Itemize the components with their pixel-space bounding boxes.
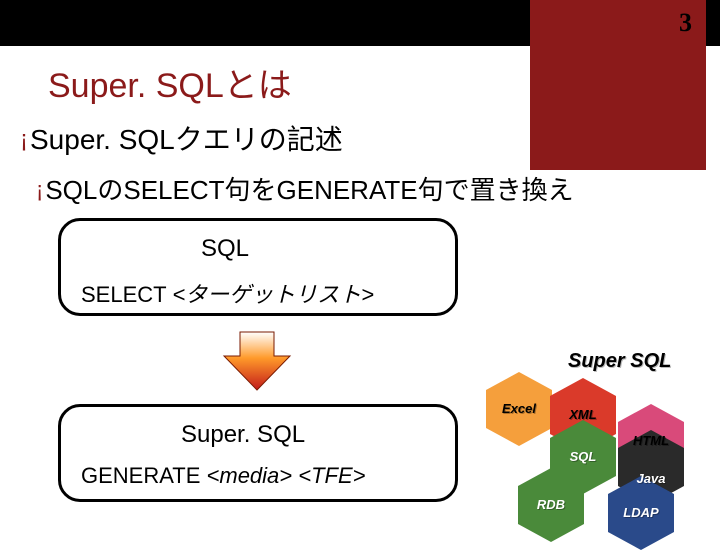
supersql-box-statement: GENERATE <media> <TFE> [81,463,366,489]
hex-label: Java [637,471,666,486]
hex-label: Excel [502,401,536,416]
hex-label: RDB [537,497,565,512]
down-arrow-icon [222,330,292,392]
generate-args: <media> <TFE> [207,463,366,488]
supersql-box-label: Super. SQL [181,421,305,449]
sql-box-label: SQL [201,235,249,263]
sql-select-keyword: SELECT [81,282,172,307]
sql-box: SQL SELECT <ターゲットリスト> [58,218,458,316]
bullet-text: Super. SQLクエリの記述 [30,124,343,155]
hex-rdb: RDB [518,486,584,524]
supersql-box: Super. SQL GENERATE <media> <TFE> [58,404,458,502]
generate-keyword: GENERATE [81,463,207,488]
slide-title: Super. SQLとは [48,58,292,107]
hex-label: LDAP [623,505,658,520]
page-number: 3 [679,8,692,38]
hex-label: HTML [633,433,669,448]
bullet-1: ¡Super. SQLクエリの記述 [20,118,343,158]
sql-target-list: <ターゲットリスト> [172,282,374,307]
sub-bullet: ¡SQLのSELECT句をGENERATE句で置き換え [36,170,574,207]
hex-label: XML [569,407,596,422]
bullet-icon: ¡ [20,126,28,153]
hex-label: SQL [570,449,597,464]
honeycomb-diagram: Super SQL Excel XML SQL HTML Java RDB LD… [478,350,714,530]
bullet-icon: ¡ [36,177,43,202]
sub-bullet-text: SQLのSELECT句をGENERATE句で置き換え [45,175,573,205]
sql-box-statement: SELECT <ターゲットリスト> [81,277,374,309]
honeycomb-title: Super SQL [568,350,671,373]
hex-ldap: LDAP [608,494,674,532]
hex-excel: Excel [486,390,552,428]
